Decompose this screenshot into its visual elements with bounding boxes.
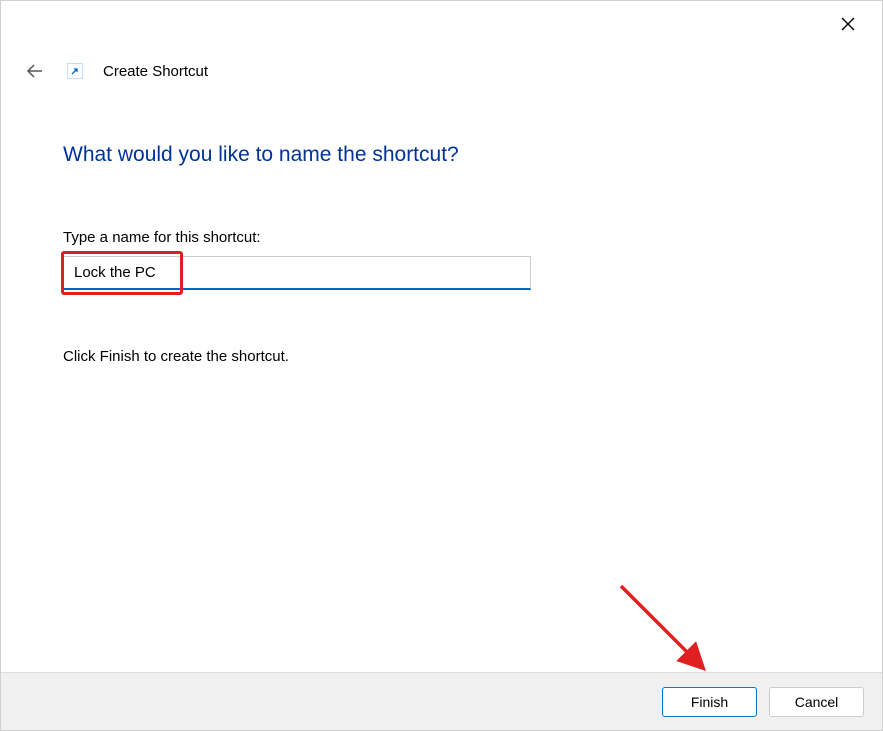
shortcut-overlay-icon [67, 63, 83, 79]
input-label: Type a name for this shortcut: [63, 229, 820, 246]
back-button[interactable] [23, 59, 47, 83]
wizard-title: Create Shortcut [103, 63, 208, 80]
arrow-left-icon [26, 62, 44, 80]
finish-button[interactable]: Finish [662, 687, 757, 717]
instruction-text: Click Finish to create the shortcut. [63, 348, 820, 365]
cancel-button[interactable]: Cancel [769, 687, 864, 717]
input-wrapper [63, 256, 531, 290]
header-row: Create Shortcut [1, 41, 882, 83]
content-area: What would you like to name the shortcut… [1, 83, 882, 365]
close-button[interactable] [826, 9, 870, 39]
shortcut-name-input[interactable] [63, 256, 531, 290]
page-heading: What would you like to name the shortcut… [63, 143, 820, 167]
close-icon [841, 17, 855, 31]
title-bar [1, 1, 882, 41]
footer-bar: Finish Cancel [1, 672, 882, 730]
